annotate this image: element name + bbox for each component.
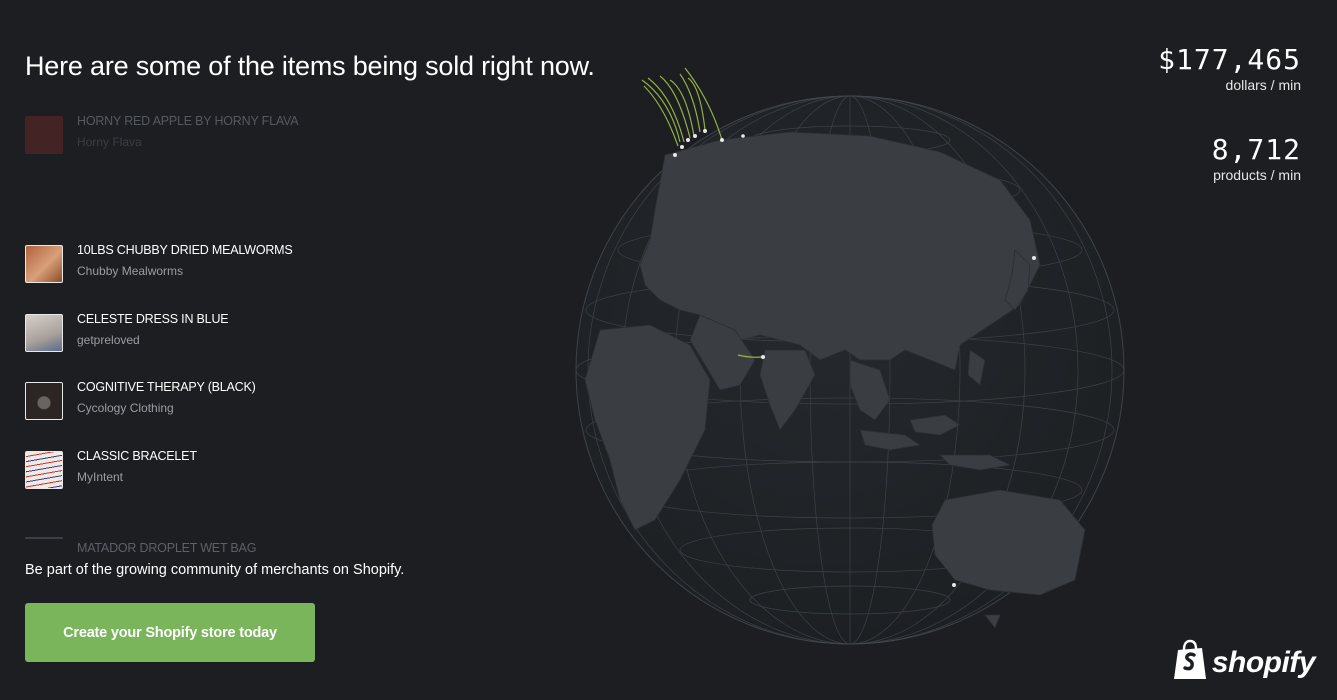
dollars-per-min-value: $177,465 (1158, 43, 1301, 76)
bag-thumbnail (25, 537, 63, 539)
bracelet-thumbnail (25, 451, 63, 489)
globe-svg (575, 67, 1125, 645)
cta-text: Be part of the growing community of merc… (25, 562, 405, 578)
item-merchant: Chubby Mealworms (77, 264, 184, 278)
item-title: CELESTE DRESS IN BLUE (77, 312, 229, 326)
dollars-per-min-label: dollars / min (1225, 77, 1301, 93)
dollars-stat: $177,465 dollars / min (1158, 44, 1301, 94)
feed-item[interactable]: 10LBS CHUBBY DRIED MEALWORMS Chubby Meal… (25, 243, 445, 285)
feed-item[interactable]: CELESTE DRESS IN BLUE getpreloved (25, 312, 445, 354)
tshirt-thumbnail (25, 382, 63, 420)
mealworm-bag-thumbnail (25, 245, 63, 283)
headline: Here are some of the items being sold ri… (25, 51, 595, 81)
products-per-min-label: products / min (1213, 167, 1301, 183)
globe[interactable] (560, 60, 1160, 700)
item-merchant: Horny Flava (77, 135, 142, 149)
feed-item[interactable]: COGNITIVE THERAPY (BLACK) Cycology Cloth… (25, 380, 445, 422)
item-title: 10LBS CHUBBY DRIED MEALWORMS (77, 243, 293, 257)
products-stat: 8,712 products / min (1158, 134, 1301, 184)
logo-wordmark: shopify (1211, 645, 1316, 679)
products-per-min-value: 8,712 (1211, 133, 1301, 166)
item-merchant: Cycology Clothing (77, 401, 174, 415)
create-store-button[interactable]: Create your Shopify store today (25, 603, 315, 662)
stats-panel: $177,465 dollars / min 8,712 products / … (1158, 44, 1301, 184)
item-title: HORNY RED APPLE BY HORNY FLAVA (77, 114, 299, 128)
item-title: COGNITIVE THERAPY (BLACK) (77, 380, 256, 394)
item-title: CLASSIC BRACELET (77, 449, 197, 463)
item-title: MATADOR DROPLET WET BAG (77, 541, 257, 555)
feed-item[interactable]: HORNY RED APPLE BY HORNY FLAVA Horny Fla… (25, 114, 445, 156)
shopping-bag-icon (1172, 639, 1208, 686)
product-feed: HORNY RED APPLE BY HORNY FLAVA Horny Fla… (25, 0, 445, 690)
dress-thumbnail (25, 314, 63, 352)
shopify-logo[interactable]: shopify (1172, 639, 1316, 686)
sauce-bottle-thumbnail (25, 116, 63, 154)
item-merchant: getpreloved (77, 333, 140, 347)
feed-item[interactable]: CLASSIC BRACELET MyIntent (25, 449, 445, 491)
item-merchant: MyIntent (77, 470, 124, 484)
